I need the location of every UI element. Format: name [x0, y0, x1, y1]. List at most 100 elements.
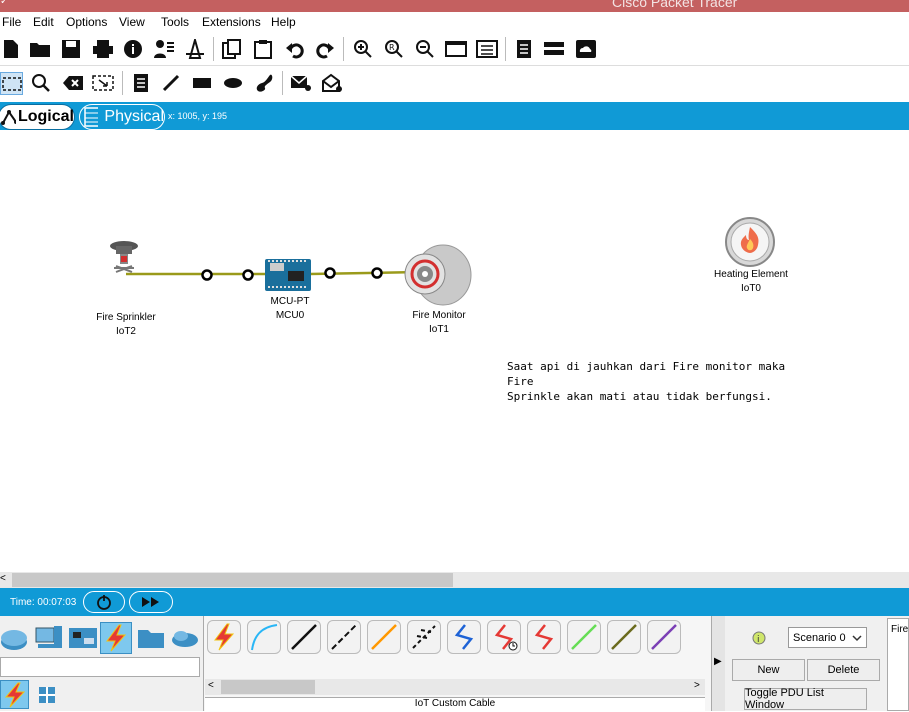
fire-monitor-device[interactable]	[403, 244, 473, 306]
scroll-left-icon[interactable]: <	[208, 680, 214, 691]
tab-physical[interactable]: Physical	[79, 104, 165, 130]
menu-help[interactable]: Help	[271, 15, 296, 29]
scrollbar-thumb[interactable]	[221, 680, 315, 694]
custom-device-icon[interactable]	[184, 38, 206, 60]
lightning-icon	[106, 624, 127, 652]
line-icon[interactable]	[160, 72, 182, 94]
delete-scenario-button[interactable]: Delete	[807, 659, 880, 681]
notes-icon[interactable]	[513, 38, 535, 60]
open-folder-icon[interactable]	[29, 38, 51, 60]
save-icon[interactable]	[60, 38, 82, 60]
activity-wizard-icon[interactable]	[153, 38, 175, 60]
cable-phone-button[interactable]	[407, 620, 441, 654]
inspect-icon[interactable]	[30, 72, 52, 94]
new-file-icon[interactable]	[0, 38, 22, 60]
toggle-pdu-list-button[interactable]: Toggle PDU List Window	[744, 687, 867, 711]
fast-forward-button[interactable]	[129, 591, 173, 613]
connections-category[interactable]	[100, 622, 132, 654]
info-icon[interactable]	[122, 38, 144, 60]
link-endpoint	[201, 269, 213, 281]
custom-devices-dialog-icon[interactable]	[476, 38, 498, 60]
tab-logical[interactable]: Logical	[0, 104, 75, 130]
print-icon[interactable]	[92, 38, 114, 60]
cable-iot-custom-button[interactable]	[607, 620, 641, 654]
ellipse-icon[interactable]	[222, 72, 244, 94]
redo-icon[interactable]	[314, 38, 336, 60]
network-devices-icon[interactable]	[0, 624, 30, 652]
heating-element-device[interactable]	[725, 217, 775, 267]
physical-rack-icon	[84, 107, 99, 127]
copy-icon[interactable]	[221, 38, 243, 60]
cloud-icon[interactable]	[575, 38, 597, 60]
workspace-scrollbar[interactable]: <	[0, 572, 909, 588]
fire-sprinkler-device[interactable]	[100, 238, 144, 282]
logical-workspace[interactable]: Fire Sprinkler IoT2 MCU-PT MCU0 Fire Mon…	[0, 130, 909, 572]
main-toolbar: R	[0, 32, 909, 66]
cable-straight-button[interactable]	[287, 620, 321, 654]
note-icon[interactable]	[130, 72, 152, 94]
scrollbar-thumb[interactable]	[12, 573, 453, 587]
scroll-right-icon[interactable]: >	[694, 680, 700, 691]
svg-text:i: i	[757, 635, 760, 645]
fire-sprinkler-label: Fire Sprinkler IoT2	[88, 311, 164, 339]
drawing-toolbar	[0, 66, 909, 100]
device-name: IoT1	[428, 324, 449, 335]
zoom-out-icon[interactable]	[414, 38, 436, 60]
mcu-board-device[interactable]	[264, 257, 312, 293]
cable-auto-button[interactable]	[207, 620, 241, 654]
end-devices-icon[interactable]	[34, 624, 64, 652]
device-name: IoT2	[115, 326, 136, 337]
auto-cable-icon	[214, 623, 235, 651]
cable-console-button[interactable]	[247, 620, 281, 654]
new-scenario-button[interactable]: New	[732, 659, 805, 681]
scenario-select[interactable]: Scenario 0	[788, 627, 867, 648]
cable-scrollbar[interactable]: < >	[205, 679, 705, 695]
undo-icon[interactable]	[284, 38, 306, 60]
rectangle-icon[interactable]	[191, 72, 213, 94]
menu-file[interactable]: File	[2, 15, 21, 29]
cable-fiber-button[interactable]	[367, 620, 401, 654]
menu-tools[interactable]: Tools	[161, 15, 189, 29]
menu-options[interactable]: Options	[66, 15, 107, 29]
connections-subcategory[interactable]	[0, 680, 29, 709]
paste-icon[interactable]	[252, 38, 274, 60]
octal-cable-icon	[571, 624, 597, 650]
menu-extensions[interactable]: Extensions	[202, 15, 261, 29]
panel-splitter[interactable]: ▶	[711, 616, 725, 711]
menu-bar: File Edit Options View Tools Extensions …	[0, 12, 909, 32]
multiuser-icon[interactable]	[170, 626, 200, 650]
physical-device-icon[interactable]	[543, 38, 565, 60]
zoom-in-icon[interactable]	[352, 38, 374, 60]
cable-serial-dce-button[interactable]	[487, 620, 521, 654]
delete-icon[interactable]	[62, 72, 84, 94]
menu-edit[interactable]: Edit	[33, 15, 54, 29]
expand-arrow-icon[interactable]: ▶	[714, 656, 722, 667]
cable-serial-dte-button[interactable]	[527, 620, 561, 654]
phone-cable-icon	[412, 625, 436, 649]
menu-view[interactable]: View	[119, 15, 145, 29]
power-cycle-button[interactable]	[83, 591, 125, 613]
simple-pdu-icon[interactable]	[290, 72, 312, 94]
tab-physical-label: Physical	[104, 108, 164, 125]
freeform-icon[interactable]	[253, 72, 275, 94]
logical-icon	[1, 110, 16, 125]
link-endpoint	[324, 267, 336, 279]
select-icon[interactable]	[0, 72, 23, 95]
power-cycle-icon	[97, 595, 111, 610]
scroll-left-icon[interactable]: <	[0, 573, 6, 584]
cable-octal-button[interactable]	[567, 620, 601, 654]
cable-crossover-button[interactable]	[327, 620, 361, 654]
device-search-box[interactable]	[0, 657, 200, 677]
zoom-reset-icon[interactable]: R	[383, 38, 405, 60]
resize-icon[interactable]	[92, 72, 114, 94]
miscellaneous-icon[interactable]	[136, 626, 166, 650]
crossover-cable-icon	[331, 624, 357, 650]
complex-pdu-icon[interactable]	[321, 72, 343, 94]
drawing-palette-icon[interactable]	[445, 38, 467, 60]
workspace-note[interactable]: Saat api di jauhkan dari Fire monitor ma…	[507, 359, 787, 404]
cable-usb-button[interactable]	[647, 620, 681, 654]
grid-icon[interactable]	[37, 685, 57, 705]
cable-coaxial-button[interactable]	[447, 620, 481, 654]
device-type: Heating Element	[714, 269, 788, 280]
components-icon[interactable]	[68, 626, 98, 650]
